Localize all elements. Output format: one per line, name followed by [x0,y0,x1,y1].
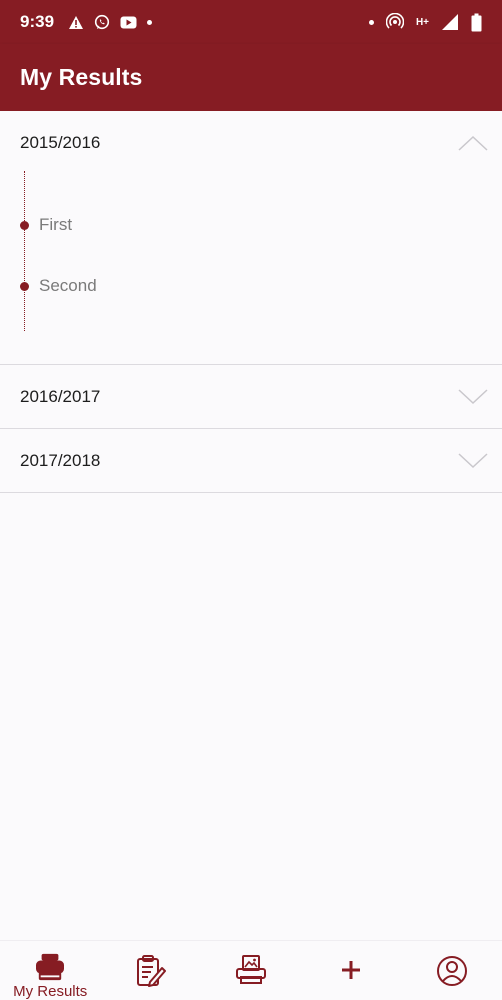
nav-item-profile[interactable] [402,941,502,1000]
page-title: My Results [20,64,143,90]
results-list: 2015/2016 First Second 2016/2017 2017/20… [0,111,502,493]
nav-item-fees[interactable] [201,941,301,1000]
network-icon: H+ [415,16,429,28]
whatsapp-icon [94,14,110,30]
status-bar: 9:39 H+ [0,0,502,44]
year-label: 2016/2017 [20,386,101,406]
nav-label: My Results [13,983,88,1000]
signal-icon [441,13,459,31]
notification-dot-icon [147,19,153,25]
year-row-2016-2017[interactable]: 2016/2017 [0,365,502,429]
warning-icon [68,15,84,30]
battery-icon [471,13,482,32]
chevron-up-icon[interactable] [458,135,488,151]
nav-item-my-results[interactable]: My Results [0,941,100,1000]
year-row-2017-2018[interactable]: 2017/2018 [0,429,502,493]
status-left: 9:39 [20,12,153,32]
term-item-second[interactable]: Second [20,276,97,296]
status-right: H+ [368,13,482,32]
status-time: 9:39 [20,12,55,31]
nav-item-add[interactable] [301,941,401,1000]
printer-results-icon [36,953,65,981]
printer-image-icon [236,955,267,984]
dot-icon [368,19,374,25]
network-label: H+ [415,16,429,28]
nav-item-registration[interactable] [100,941,200,1000]
chevron-down-icon[interactable] [458,452,488,469]
year-row-2015-2016[interactable]: 2015/2016 First Second [0,111,502,365]
bottom-nav: My Results [0,940,502,1000]
user-circle-icon [436,956,467,986]
chevron-down-icon[interactable] [458,388,488,405]
youtube-icon [120,16,137,29]
plus-icon [342,961,361,979]
timeline-dot [20,220,29,230]
term-timeline [24,171,25,331]
term-item-first[interactable]: First [20,215,72,235]
app-bar: My Results [0,44,502,111]
clipboard-edit-icon [136,955,166,987]
term-label: Second [39,276,97,295]
hotspot-icon [385,13,404,31]
timeline-dot [20,281,29,291]
year-label: 2015/2016 [20,133,101,152]
term-label: First [39,215,73,234]
year-label: 2017/2018 [20,450,101,470]
